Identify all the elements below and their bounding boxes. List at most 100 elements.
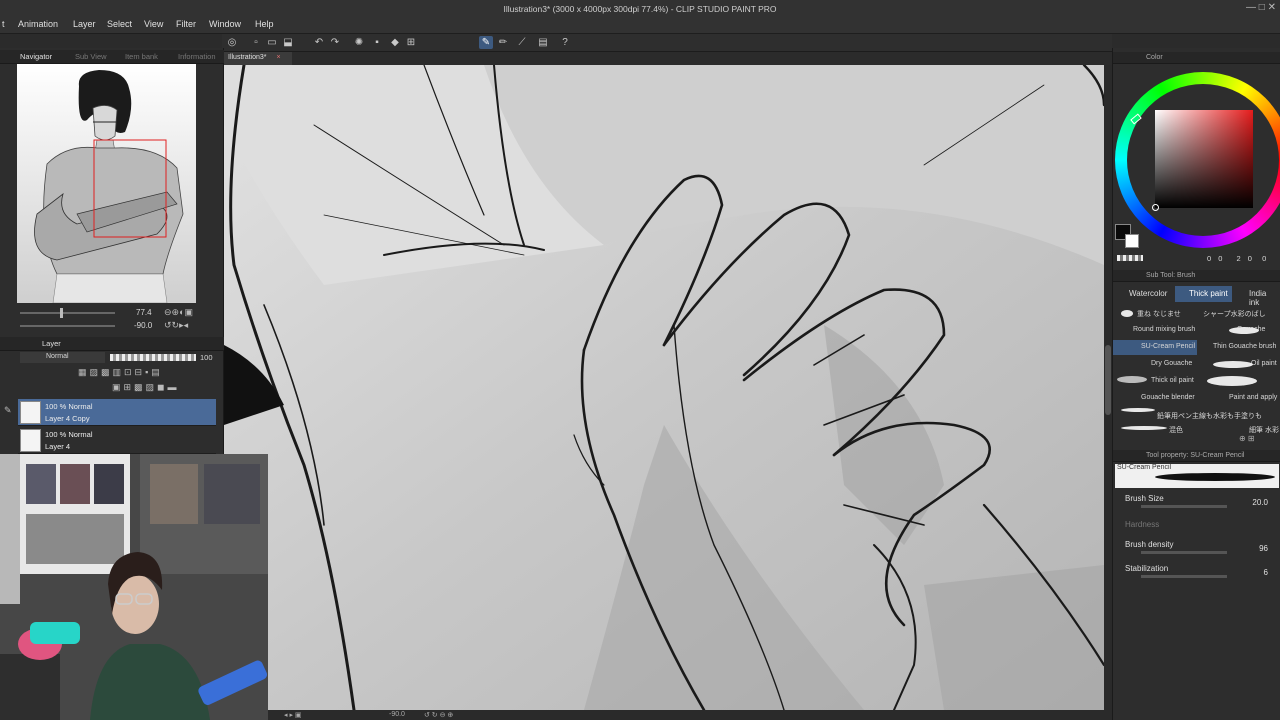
redo-icon[interactable]: ↷ <box>328 36 342 49</box>
rotate-value: -90.0 <box>134 321 153 330</box>
zoom-controls-icon[interactable]: ⊖⊕◐▣ <box>164 307 193 318</box>
save-icon[interactable]: ⬓ <box>281 36 295 49</box>
tab-sub-view[interactable]: Sub View <box>75 52 107 61</box>
menu-view[interactable]: View <box>144 19 163 29</box>
color-panel-header: Color <box>1113 52 1280 64</box>
menu-prefix[interactable]: t <box>2 19 5 29</box>
stabilization-value[interactable]: 6 <box>1264 568 1268 577</box>
layer-thumbnail <box>20 401 41 424</box>
brush-item[interactable]: Dry Gouache <box>1113 357 1197 372</box>
subtool-header-label: Sub Tool: Brush <box>1146 272 1196 279</box>
scrollbar-thumb[interactable] <box>1105 345 1111 415</box>
settings-icon[interactable]: ✺ <box>352 36 366 49</box>
status-rotate-icons[interactable]: ↺ ↻ ⊖ ⊕ <box>424 711 453 719</box>
brush-preview-stroke <box>1213 361 1253 368</box>
layer-mode: 100 % Normal <box>45 430 93 439</box>
brush-icon[interactable]: ⟋ <box>515 36 529 49</box>
brush-preview-stroke <box>1121 310 1133 317</box>
brush-stroke-preview-mark <box>1155 473 1275 481</box>
color-value-2: 2 <box>1236 254 1241 263</box>
layer-tools-row-1[interactable]: ▦▨▩▥⊡⊟▪▤ <box>78 367 218 378</box>
navigator-preview[interactable] <box>17 64 196 303</box>
rotate-slider[interactable] <box>20 325 115 327</box>
zoom-slider[interactable] <box>20 312 115 314</box>
subtool-tab-thick-paint[interactable]: Thick paint <box>1175 286 1232 302</box>
color-value-1: 0 <box>1218 254 1223 263</box>
stabilization-slider[interactable] <box>1141 575 1227 578</box>
layer-thumbnail <box>20 429 41 452</box>
layer-row[interactable]: 100 % Normal Layer 4 <box>18 427 216 454</box>
color-wheel-area[interactable] <box>1115 68 1280 248</box>
blend-mode-select[interactable]: Normal <box>20 352 105 363</box>
menu-filter[interactable]: Filter <box>176 19 196 29</box>
subtool-header: Sub Tool: Brush <box>1113 270 1280 282</box>
canvas-artwork <box>224 65 1104 710</box>
rotate-controls-icon[interactable]: ↺↻▸◂ <box>164 320 188 331</box>
menu-select[interactable]: Select <box>107 19 132 29</box>
tab-item-bank[interactable]: Item bank <box>125 52 158 61</box>
brush-item[interactable]: 鉛筆用ペン主線も水彩も手塗りも <box>1153 408 1280 423</box>
tab-layer[interactable]: Layer <box>42 339 61 348</box>
menu-window[interactable]: Window <box>209 19 241 29</box>
drawing-canvas[interactable] <box>224 65 1104 710</box>
brush-item-selected[interactable]: SU-Cream Pencil <box>1113 340 1197 355</box>
tab-information[interactable]: Information <box>178 52 216 61</box>
window-controls[interactable]: — □ ✕ <box>1246 2 1276 13</box>
ruler-icon[interactable]: ▤ <box>536 36 550 49</box>
vertical-scrollbar[interactable] <box>1104 65 1112 710</box>
tab-color[interactable]: Color <box>1146 54 1163 61</box>
menu-bar: Illustration3* (3000 x 4000px 300dpi 77.… <box>0 0 1280 34</box>
new-file-icon[interactable]: ▫ <box>249 36 263 49</box>
brush-item[interactable]: Thin Gouache brush <box>1199 340 1280 355</box>
subtool-tab-watercolor[interactable]: Watercolor <box>1115 286 1171 302</box>
color-value-0: 0 <box>1207 254 1212 263</box>
zoom-slider-handle[interactable] <box>60 308 63 318</box>
opacity-slider[interactable] <box>110 354 196 361</box>
layer-tools-row-2[interactable]: ▣⊞▩▨◼▬ <box>112 382 222 393</box>
layer-row-selected[interactable]: 100 % Normal Layer 4 Copy <box>18 399 216 426</box>
clear-icon[interactable]: ▪ <box>370 36 384 49</box>
window-title: Illustration3* (3000 x 4000px 300dpi 77.… <box>503 4 777 14</box>
brush-list: 重ね なじませ Round mixing brush SU-Cream Penc… <box>1113 306 1280 434</box>
open-file-icon[interactable]: ▭ <box>265 36 279 49</box>
menu-help[interactable]: Help <box>255 19 274 29</box>
brush-item[interactable]: Round mixing brush <box>1113 323 1197 338</box>
brush-item[interactable]: Gouache blender <box>1113 391 1197 406</box>
brush-stroke-preview: SU-Cream Pencil <box>1115 464 1279 488</box>
status-rotation: -90.0 <box>389 711 405 718</box>
sub-color-swatch[interactable] <box>1125 234 1139 248</box>
pen-icon[interactable]: ✎ <box>479 36 493 49</box>
pencil-icon[interactable]: ✏ <box>496 36 510 49</box>
transparent-swatch[interactable] <box>1117 255 1143 261</box>
brush-size-slider[interactable] <box>1141 505 1227 508</box>
brush-preview-stroke <box>1207 376 1257 386</box>
brush-list-actions-icon[interactable]: ⊕ ⊞ <box>1239 434 1279 444</box>
brush-preview-stroke <box>1121 426 1167 430</box>
color-picker-marker[interactable] <box>1152 204 1159 211</box>
subtool-tab-india-ink[interactable]: India ink <box>1235 286 1280 307</box>
brush-density-value[interactable]: 96 <box>1259 544 1268 553</box>
close-tab-icon[interactable]: × <box>276 54 280 61</box>
clip-studio-icon[interactable]: ◎ <box>225 36 239 49</box>
undo-icon[interactable]: ↶ <box>312 36 326 49</box>
navigator-thumbnail-image <box>17 64 196 303</box>
pen-visibility-icon[interactable]: ✎ <box>4 405 12 416</box>
color-value-3: 0 <box>1247 254 1252 263</box>
brush-item[interactable]: Paint and apply <box>1199 391 1280 406</box>
brush-density-label: Brush density <box>1125 540 1174 549</box>
menu-animation[interactable]: Animation <box>18 19 58 29</box>
transform-icon[interactable]: ⊞ <box>404 36 418 49</box>
brush-size-value[interactable]: 20.0 <box>1252 498 1268 507</box>
help-icon[interactable]: ? <box>558 36 572 49</box>
document-tab[interactable]: Illustration3* × <box>224 52 292 65</box>
saturation-value-square[interactable] <box>1155 110 1253 208</box>
status-controls-icon[interactable]: ◂ ▸ ▣ <box>284 711 302 719</box>
fill-icon[interactable]: ◆ <box>388 36 402 49</box>
brush-density-slider[interactable] <box>1141 551 1227 554</box>
webcam-overlay <box>0 454 268 720</box>
document-tab-label: Illustration3* <box>228 54 267 61</box>
menu-layer[interactable]: Layer <box>73 19 96 29</box>
tab-navigator[interactable]: Navigator <box>20 52 52 61</box>
navigator-tabs: Navigator Sub View Item bank Information <box>0 50 224 64</box>
brush-item[interactable]: シャープ水彩のばし <box>1199 306 1280 321</box>
